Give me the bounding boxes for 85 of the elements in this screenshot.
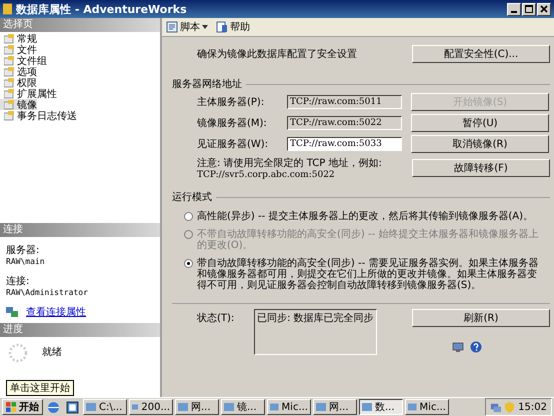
radio-button[interactable]: [184, 259, 193, 268]
taskbar-item[interactable]: 200...: [129, 399, 173, 415]
app-icon: [178, 402, 188, 412]
radio-button[interactable]: [184, 212, 193, 221]
server-label: 服务器:: [6, 244, 40, 257]
monitor-icon[interactable]: [452, 341, 464, 353]
close-button[interactable]: [537, 2, 551, 16]
progress-status: 就绪: [42, 346, 62, 359]
taskbar-item[interactable]: 网...: [313, 399, 357, 415]
page-item[interactable]: 扩展属性: [0, 88, 57, 99]
mode-option-label: 带自动故障转移功能的高安全(同步) -- 需要见证服务器实例。如果主体服务器和镜像服务器都可用，则提交在它们上所做的更改并镜像。如果主体服务器变得不可用，则见证服务器会控制自动故障转移到镜像服务器(S)。: [197, 258, 540, 291]
mirror-action-button[interactable]: 暂停(U): [411, 114, 549, 132]
page-icon: [4, 88, 14, 98]
mode-option-label: 不带自动故障转移功能的高安全(同步) -- 始终提交主体服务器和镜像服务器上的更改(O)。: [197, 229, 540, 251]
network-icon[interactable]: [490, 402, 502, 412]
taskbar-item[interactable]: Mic...: [267, 399, 311, 415]
page-item[interactable]: 常规: [0, 33, 37, 44]
taskbar-item[interactable]: 网...: [175, 399, 219, 415]
taskbar-item[interactable]: Mic...: [405, 399, 449, 415]
page-item[interactable]: 文件组: [0, 55, 47, 66]
address-field[interactable]: TCP://raw.com:5033: [287, 136, 402, 150]
note-example: TCP://svr5.corp.abc.com:5022: [197, 170, 336, 180]
note-text: 注意: 请使用完全限定的 TCP 地址，例如:: [197, 156, 382, 170]
app-icon: [86, 402, 96, 412]
app-icon: [270, 402, 279, 412]
app-icon: [408, 402, 417, 412]
refresh-button[interactable]: 刷新(R): [412, 309, 550, 327]
server-label: 镜像服务器(M):: [196, 116, 268, 130]
status-box: 已同步: 数据库已完全同步: [254, 309, 377, 355]
window-title: 数据库属性 - AdventureWorks: [16, 2, 187, 16]
start-button[interactable]: 开始: [2, 399, 43, 415]
server-label: 主体服务器(P):: [196, 96, 266, 108]
windows-logo: [6, 402, 17, 412]
start-tooltip: 单击这里开始: [6, 380, 74, 396]
app-icon: [316, 402, 326, 412]
app-icon: [362, 402, 372, 412]
maximize-button[interactable]: [522, 2, 536, 16]
maximize-icon: [525, 5, 533, 13]
taskbar-item[interactable]: C:\...: [83, 399, 127, 415]
section-header: 选择页: [0, 18, 160, 32]
app-icon: [224, 402, 234, 412]
security-text: 确保为镜像此数据库配置了安全设置: [196, 48, 357, 61]
help-book-icon: [216, 21, 228, 33]
help-icon[interactable]: [470, 341, 482, 353]
caret-icon: [202, 25, 208, 29]
page-item[interactable]: 文件: [0, 44, 37, 55]
close-icon: [540, 5, 548, 13]
page-icon: [4, 110, 14, 120]
app-icon: [132, 402, 138, 412]
section-header: 连接: [0, 223, 160, 237]
script-button[interactable]: 脚本: [164, 19, 210, 35]
taskbar-item[interactable]: 镜...: [221, 399, 265, 415]
page-item[interactable]: 事务日志传送: [0, 110, 77, 121]
clock: 15:02: [518, 402, 547, 412]
window-icon[interactable]: [66, 400, 79, 414]
server-value: RAW\main: [6, 257, 46, 266]
section-header: 进度: [0, 323, 160, 337]
view-connection-properties-link[interactable]: 查看连接属性: [26, 305, 86, 319]
page-icon: [4, 66, 14, 76]
page-icon: [4, 44, 14, 54]
connection-properties-icon: [6, 306, 18, 318]
group-title: 服务器网络地址: [172, 78, 242, 91]
page-item[interactable]: 镜像: [0, 99, 37, 110]
script-icon: [166, 21, 178, 33]
configure-security-button[interactable]: 配置安全性(C)...: [412, 45, 550, 63]
mirror-action-button[interactable]: 取消镜像(R): [411, 134, 549, 152]
spinner-icon: [8, 343, 28, 363]
status-label: 状态(T):: [196, 312, 236, 325]
browser-icon[interactable]: [47, 400, 60, 414]
connection-label: 连接:: [6, 274, 30, 288]
minimize-button[interactable]: [507, 2, 521, 16]
page-item[interactable]: 权限: [0, 77, 37, 88]
page-item[interactable]: 选项: [0, 66, 37, 77]
server-label: 见证服务器(W):: [196, 138, 270, 150]
failover-button[interactable]: 故障转移(F): [412, 159, 550, 177]
connection-value: RAW\Administrator: [6, 288, 89, 297]
group-title: 运行模式: [172, 190, 212, 204]
page-icon: [4, 34, 14, 44]
page-icon: [4, 78, 14, 88]
page-icon: [4, 100, 14, 110]
taskbar-item[interactable]: 数...: [359, 399, 403, 415]
mode-option-label: 高性能(异步) -- 提交主体服务器上的更改，然后将其传输到镜像服务器(A)。: [197, 211, 534, 222]
page-icon: [4, 56, 14, 66]
help-button[interactable]: 帮助: [214, 19, 252, 35]
address-field[interactable]: TCP://raw.com:5022: [287, 116, 402, 130]
